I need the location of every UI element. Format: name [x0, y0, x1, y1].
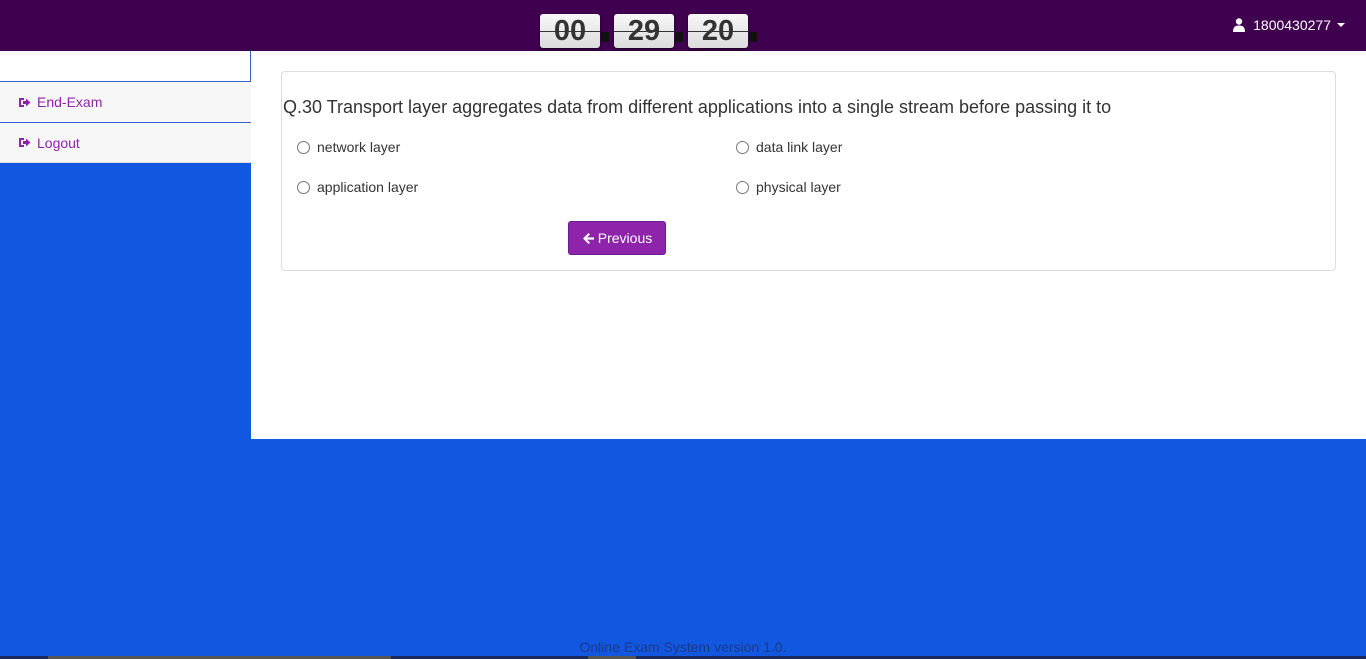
user-id: 1800430277 — [1253, 17, 1331, 33]
user-icon — [1233, 18, 1246, 32]
option-label: physical layer — [756, 179, 841, 195]
option-data-link-layer[interactable]: data link layer — [736, 139, 842, 155]
sign-out-icon — [19, 138, 31, 147]
sign-out-icon — [19, 97, 31, 107]
question-text: Q.30 Transport layer aggregates data fro… — [283, 97, 1112, 117]
option-label: data link layer — [756, 139, 843, 155]
timer-seconds: 20 — [688, 14, 748, 48]
footer-text: Online Exam System version 1.0. — [579, 639, 787, 655]
top-navbar: 00 29 20 1800430277 — [0, 0, 1366, 51]
sidebar: End-Exam Logout — [0, 51, 251, 163]
sidebar-header — [0, 51, 251, 82]
question-panel: Q.30 Transport layer aggregates data fro… — [281, 71, 1336, 271]
option-label: network layer — [317, 139, 401, 155]
option-application-layer[interactable]: application layer — [297, 179, 418, 195]
chevron-down-icon — [1337, 23, 1345, 27]
timer-hours: 00 — [540, 14, 600, 48]
timer-separator — [675, 32, 683, 42]
sidebar-item-end-exam[interactable]: End-Exam — [0, 82, 251, 123]
main-content: Q.30 Transport layer aggregates data fro… — [251, 51, 1366, 439]
timer-minutes: 29 — [614, 14, 674, 48]
user-menu[interactable]: 1800430277 — [1233, 17, 1345, 33]
radio-button[interactable] — [297, 140, 310, 154]
arrow-left-icon — [582, 232, 594, 244]
previous-button-label: Previous — [597, 230, 653, 246]
timer-separator — [601, 32, 609, 42]
radio-button[interactable] — [736, 180, 749, 194]
radio-button[interactable] — [736, 140, 749, 154]
radio-button[interactable] — [297, 180, 310, 194]
option-label: application layer — [317, 179, 419, 195]
option-network-layer[interactable]: network layer — [297, 139, 400, 155]
timer-separator — [749, 32, 757, 42]
sidebar-item-label: End-Exam — [37, 94, 103, 110]
sidebar-item-label: Logout — [37, 134, 80, 151]
sidebar-item-logout[interactable]: Logout — [0, 123, 251, 163]
previous-button[interactable]: Previous — [568, 221, 666, 255]
option-physical-layer[interactable]: physical layer — [736, 179, 841, 195]
